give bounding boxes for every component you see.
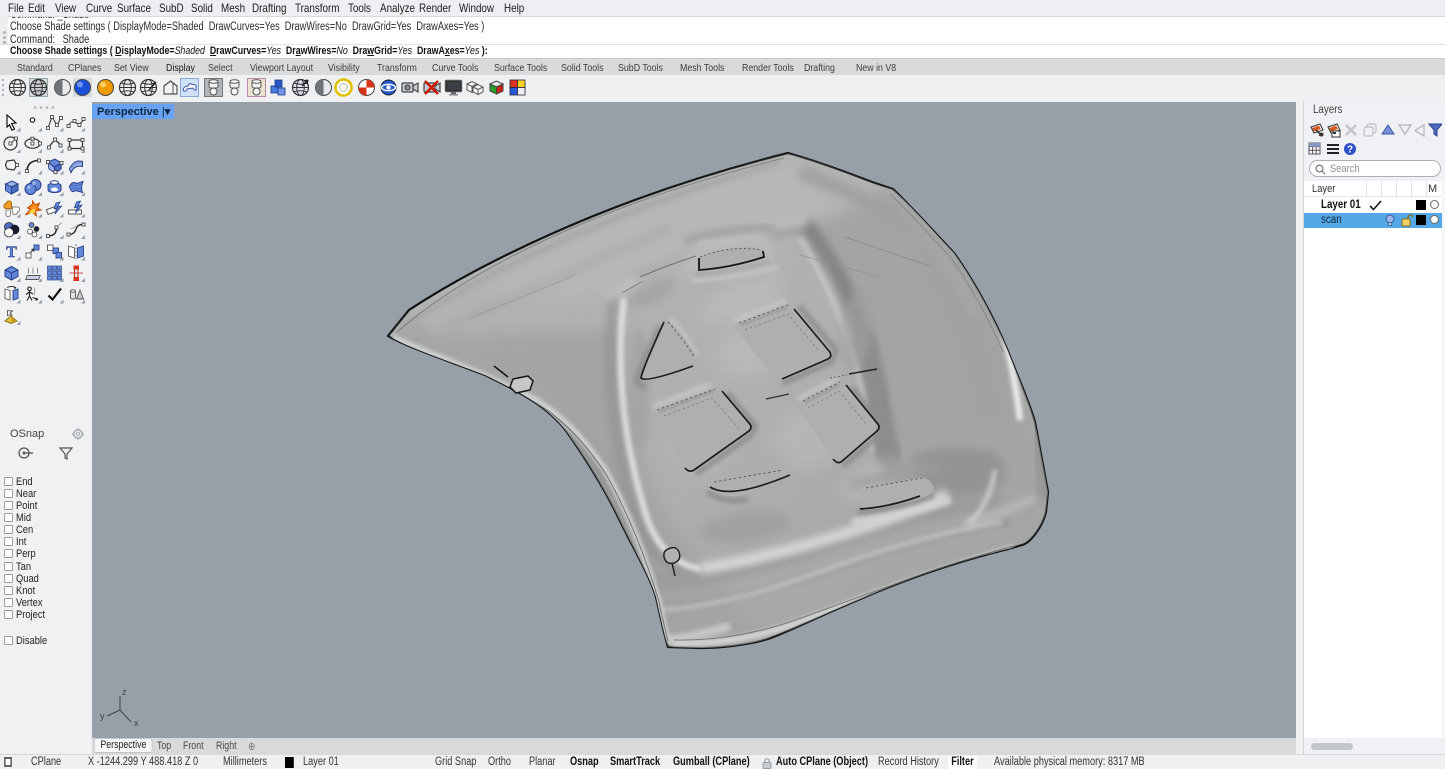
svg-text:z: z bbox=[122, 687, 127, 697]
svg-text:x: x bbox=[134, 718, 139, 728]
svg-text:y: y bbox=[100, 711, 105, 721]
svg-text:T: T bbox=[6, 244, 17, 261]
svg-text:?: ? bbox=[1347, 145, 1353, 156]
